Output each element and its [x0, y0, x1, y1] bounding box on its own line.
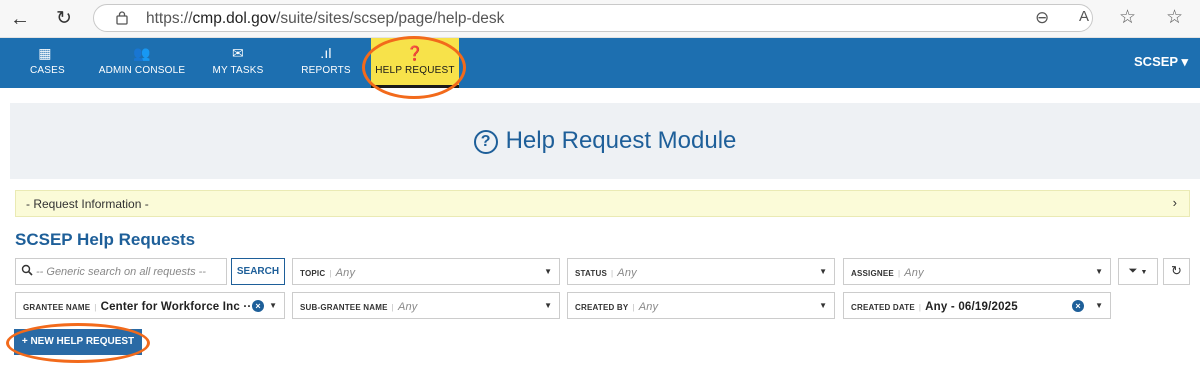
caret-down-icon: ▼	[1095, 301, 1103, 310]
grantee-name-label: GRANTEE NAME	[23, 303, 91, 312]
status-label: STATUS	[575, 269, 608, 278]
favorites-bar-icon[interactable]: ☆	[1166, 6, 1183, 29]
refresh-icon: ↻	[1171, 263, 1182, 278]
topic-value: Any	[335, 267, 356, 279]
grantee-name-value: Center for Workforce Inc ···	[100, 301, 256, 313]
envelope-icon: ✉	[232, 45, 244, 61]
url-text: https://cmp.dol.gov/suite/sites/scsep/pa…	[146, 10, 505, 27]
nav-label: MY TASKS	[212, 65, 264, 76]
caret-down-icon: ▼	[544, 301, 552, 310]
created-by-label: CREATED BY	[575, 303, 629, 312]
bar-chart-icon: .ıl	[320, 45, 332, 61]
users-icon: 👥	[133, 45, 151, 61]
browser-toolbar: ← ↻ https://cmp.dol.gov/suite/sites/scse…	[0, 0, 1200, 38]
nav-label: CASES	[30, 65, 65, 76]
nav-help-request[interactable]: ❓ HELP REQUEST	[371, 38, 459, 88]
nav-label: REPORTS	[301, 65, 351, 76]
caret-down-icon: ▼	[1140, 269, 1148, 276]
new-help-request-button[interactable]: + NEW HELP REQUEST	[14, 329, 142, 355]
user-menu[interactable]: SCSEP ▾	[1134, 54, 1188, 70]
sub-grantee-name-filter[interactable]: SUB-GRANTEE NAME | Any ▼	[292, 292, 560, 319]
back-icon[interactable]: ←	[8, 7, 32, 31]
assignee-filter[interactable]: ASSIGNEE | Any ▼	[843, 258, 1111, 285]
cases-icon: ▦	[38, 45, 52, 61]
sub-grantee-name-value: Any	[397, 301, 418, 313]
topic-label: TOPIC	[300, 269, 326, 278]
question-circle-icon: ❓	[406, 45, 424, 61]
assignee-label: ASSIGNEE	[851, 269, 894, 278]
created-date-label: CREATED DATE	[851, 303, 915, 312]
created-by-value: Any	[638, 301, 659, 313]
address-bar[interactable]: https://cmp.dol.gov/suite/sites/scsep/pa…	[93, 4, 1093, 32]
caret-down-icon: ▼	[269, 301, 277, 310]
created-date-filter[interactable]: CREATED DATE | Any - 06/19/2025 × ▼	[843, 292, 1111, 319]
refresh-button[interactable]: ↻	[1163, 258, 1190, 285]
clear-icon[interactable]: ×	[1072, 300, 1084, 312]
page-title: ? Help Request Module	[10, 127, 1200, 155]
header-panel: ? Help Request Module	[10, 103, 1200, 179]
zoom-icon[interactable]: ⊖	[1035, 8, 1049, 28]
caret-down-icon: ▼	[544, 267, 552, 276]
nav-admin-console[interactable]: 👥 ADMIN CONSOLE	[98, 38, 186, 88]
filter-button[interactable]: ⏷ ▼	[1118, 258, 1158, 285]
nav-reports[interactable]: .ıl REPORTS	[300, 38, 352, 88]
request-information-bar[interactable]: - Request Information - ›	[15, 190, 1190, 217]
status-value: Any	[617, 267, 637, 279]
caret-down-icon: ▼	[1095, 267, 1103, 276]
search-input[interactable]	[36, 263, 221, 281]
assignee-value: Any	[904, 267, 924, 279]
clear-icon[interactable]: ×	[252, 300, 264, 312]
top-navigation: ▦ CASES 👥 ADMIN CONSOLE ✉ MY TASKS .ıl R…	[0, 38, 1200, 88]
question-circle-icon: ?	[473, 130, 498, 154]
read-aloud-icon[interactable]: A	[1079, 8, 1089, 25]
nav-label: ADMIN CONSOLE	[98, 65, 186, 76]
search-button[interactable]: SEARCH	[231, 258, 285, 285]
nav-my-tasks[interactable]: ✉ MY TASKS	[212, 38, 264, 88]
nav-cases[interactable]: ▦ CASES	[30, 38, 65, 88]
created-date-value: Any - 06/19/2025	[925, 301, 1018, 313]
created-by-filter[interactable]: CREATED BY | Any ▼	[567, 292, 835, 319]
chevron-right-icon: ›	[1172, 195, 1177, 210]
favorite-icon[interactable]: ☆	[1119, 6, 1136, 29]
caret-down-icon: ▼	[819, 301, 827, 310]
page-info-icon[interactable]	[116, 11, 128, 25]
grantee-name-filter[interactable]: GRANTEE NAME | Center for Workforce Inc ··…	[15, 292, 285, 319]
search-icon	[21, 264, 33, 276]
funnel-icon: ⏷	[1128, 265, 1138, 277]
request-information-label: - Request Information -	[26, 197, 149, 211]
nav-label: HELP REQUEST	[375, 65, 455, 76]
caret-down-icon: ▼	[819, 267, 827, 276]
section-title: SCSEP Help Requests	[15, 230, 196, 249]
status-filter[interactable]: STATUS | Any ▼	[567, 258, 835, 285]
page-title-text: Help Request Module	[505, 127, 737, 154]
refresh-icon[interactable]: ↻	[52, 7, 76, 31]
topic-filter[interactable]: TOPIC | Any ▼	[292, 258, 560, 285]
sub-grantee-name-label: SUB-GRANTEE NAME	[300, 303, 388, 312]
search-field[interactable]	[15, 258, 227, 285]
